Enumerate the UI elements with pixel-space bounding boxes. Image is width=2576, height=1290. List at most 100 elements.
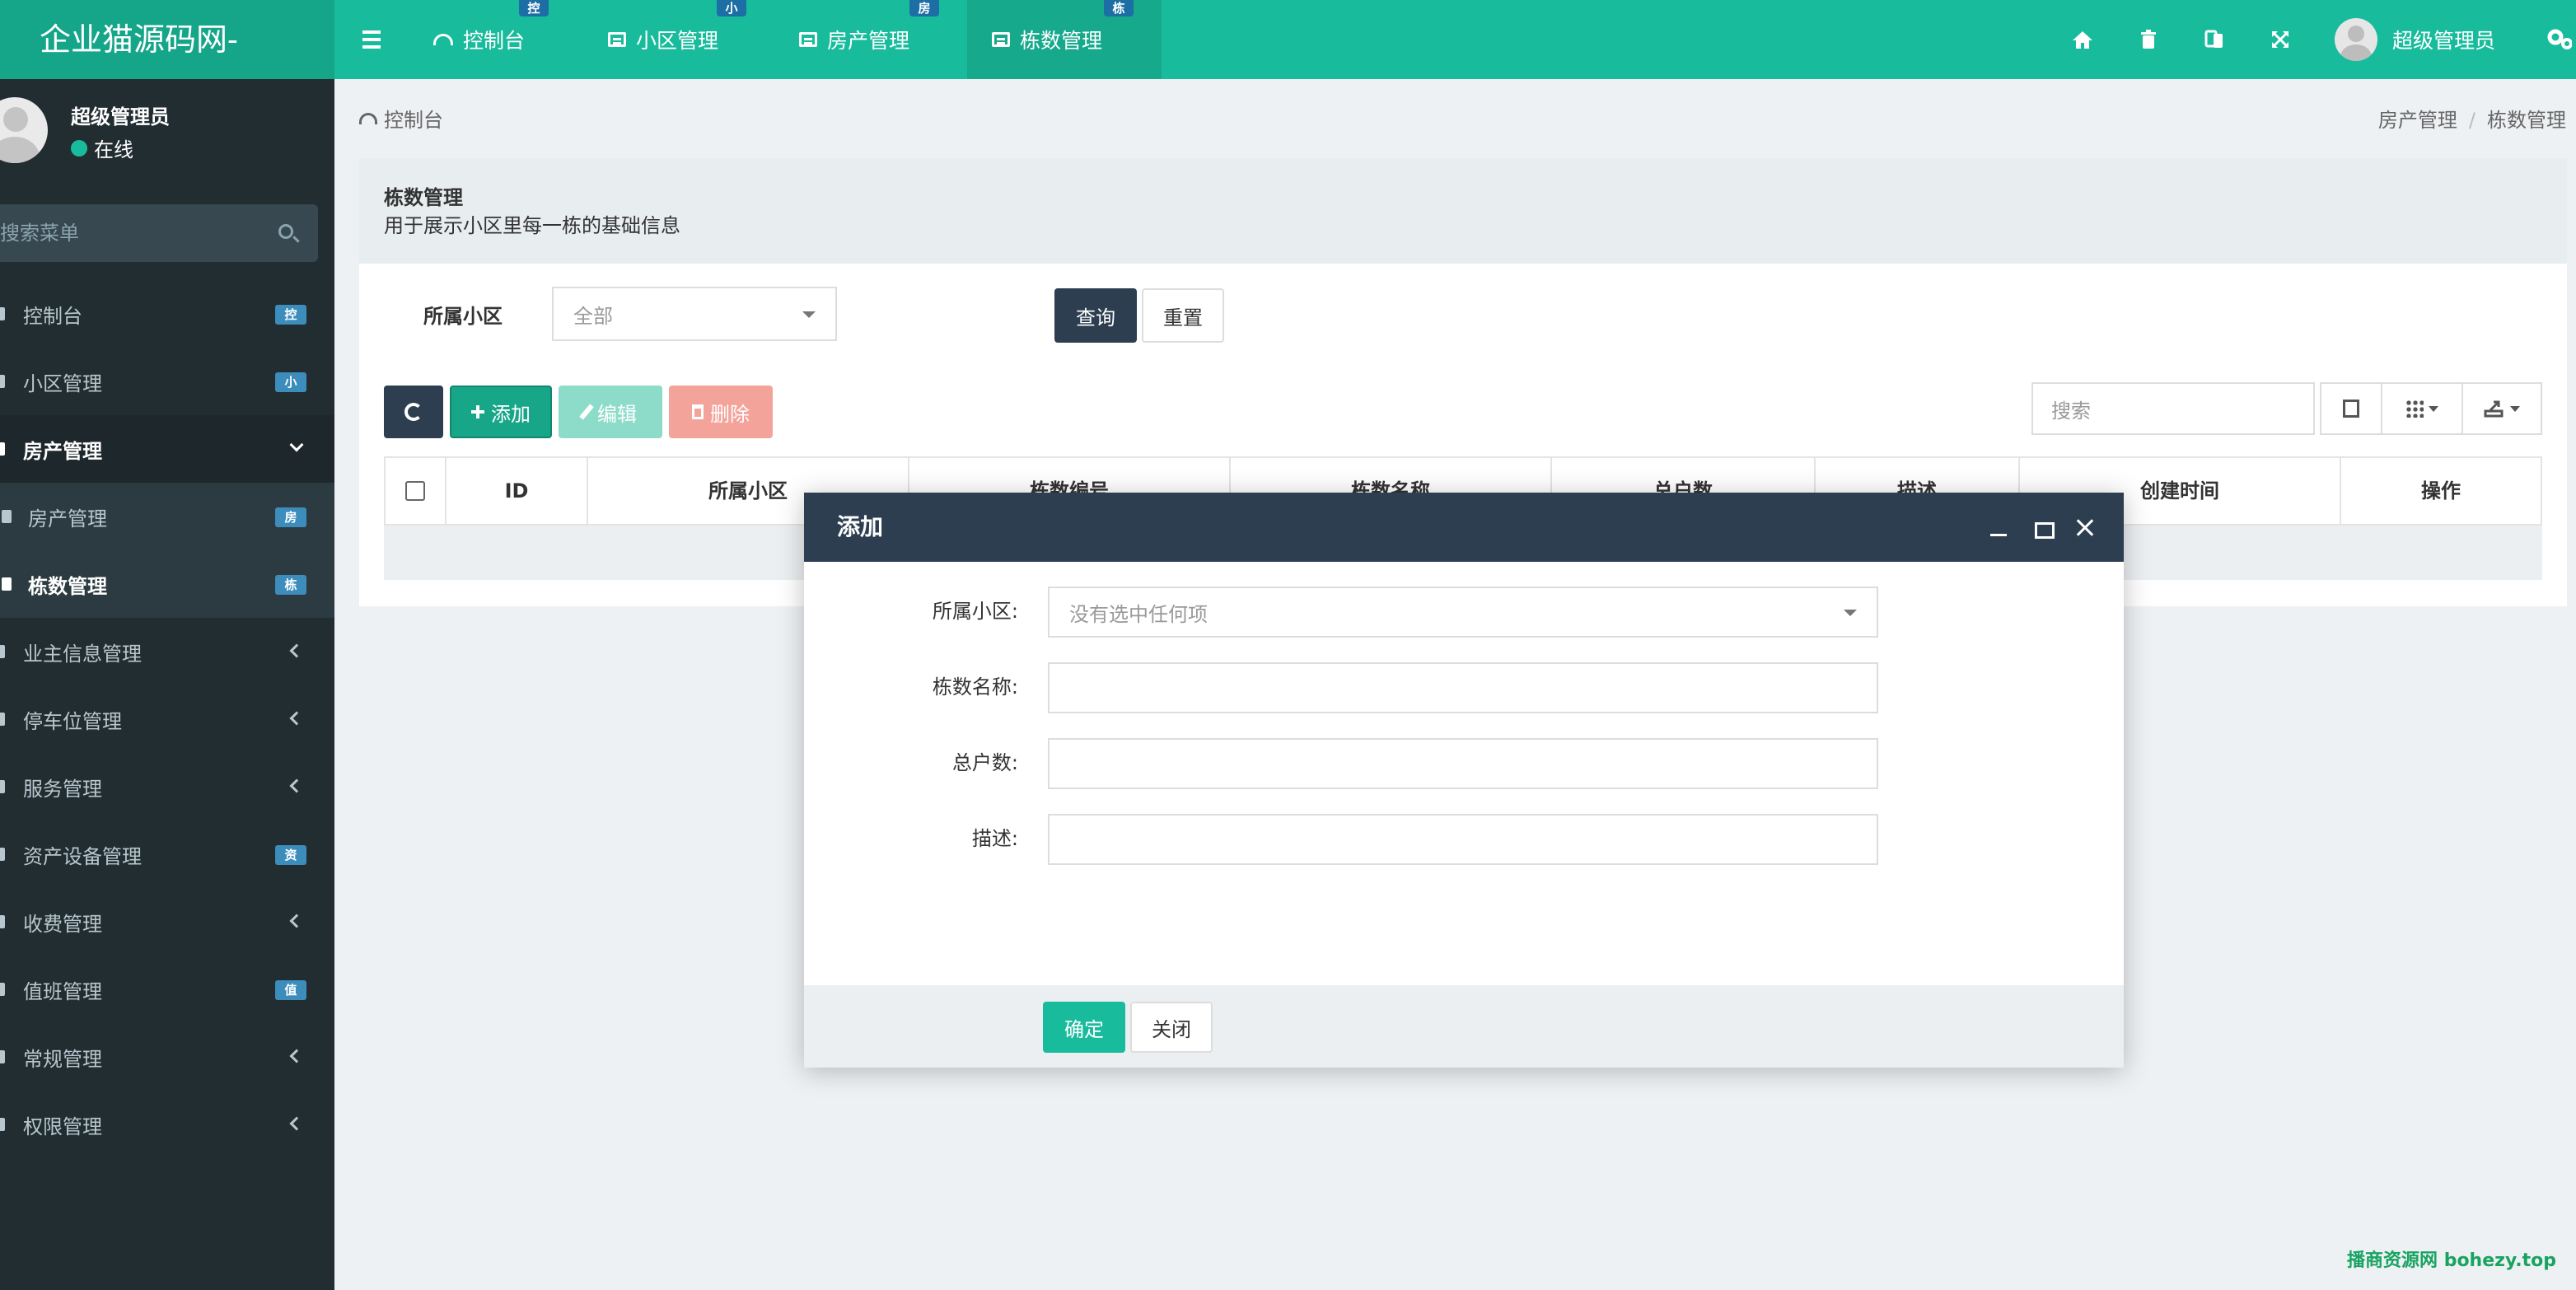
sidebar-item-assets[interactable]: 资产设备管理 资 [0,820,334,888]
sidebar-user-panel: 超级管理员 在线 [0,79,334,186]
tab-label: 房产管理 [827,29,910,53]
chevron-left-icon [289,643,304,658]
chevron-left-icon [289,711,304,726]
car-icon [0,713,5,726]
dashboard-icon [0,307,5,320]
add-dialog: 添加 所属小区: 没有选中任何项 栋数名称: 总户数: 描述: 确定 关闭 [804,493,2124,1068]
user-icon [0,645,5,658]
breadcrumb-label: 控制台 [384,109,443,132]
page-description: 用于展示小区里每一栋的基础信息 [384,214,680,237]
building-name-input[interactable] [1048,662,1878,713]
sidebar-item-parking[interactable]: 停车位管理 [0,685,334,753]
list-icon [0,375,5,388]
sidebar-item-label: 停车位管理 [23,709,122,733]
export-button[interactable] [2461,382,2542,435]
sidebar-subitem-building[interactable]: 栋数管理 栋 [0,550,334,618]
sidebar-item-dashboard[interactable]: 控制台 控 [0,280,334,348]
field-label: 总户数: [951,751,1018,774]
sidebar-item-label: 常规管理 [23,1047,102,1071]
watermark: 播商资源网 bohezy.top [2347,1250,2556,1271]
sidebar-item-general[interactable]: 常规管理 [0,1023,334,1091]
plus-icon [471,405,484,418]
search-icon[interactable] [278,224,293,239]
refresh-icon [404,403,423,421]
sidebar-item-label: 小区管理 [23,372,102,395]
edit-button[interactable]: 编辑 [559,386,662,438]
status-label: 在线 [94,138,133,161]
top-user-menu[interactable]: 超级管理员 [2335,0,2495,79]
breadcrumb-item: 栋数管理 [2487,109,2566,132]
sidebar-item-property[interactable]: 房产管理 [0,415,334,483]
sidebar-badge: 资 [275,845,306,865]
toggle-view-button[interactable] [2320,382,2382,435]
query-button[interactable]: 查询 [1054,288,1137,343]
translate-icon[interactable] [2198,23,2231,56]
list-icon [799,32,817,47]
column-header[interactable]: ID [445,458,587,524]
close-button[interactable]: 关闭 [1130,1002,1213,1053]
column-header: 操作 [2340,458,2541,524]
dialog-header[interactable]: 添加 [804,493,2124,562]
menu-toggle-icon[interactable] [334,0,409,79]
app-logo[interactable]: 企业猫源码网- [0,0,334,79]
chevron-down-icon [289,437,304,452]
table-search-input[interactable]: 搜索 [2031,382,2315,435]
maximize-icon[interactable] [2030,516,2055,540]
filter-label: 所属小区 [423,305,503,328]
description-input[interactable] [1048,814,1878,865]
tab-property[interactable]: 房产管理 房 [774,0,967,79]
fullscreen-icon[interactable] [2264,23,2297,56]
community-select[interactable]: 没有选中任何项 [1048,587,1878,638]
export-icon [2484,400,2504,418]
close-icon[interactable] [2073,516,2097,540]
sidebar-item-label: 业主信息管理 [23,642,142,666]
sidebar-item-label: 资产设备管理 [23,844,142,868]
tab-badge: 房 [909,0,939,16]
avatar [0,97,48,163]
community-filter-select[interactable]: 全部 [552,287,837,341]
add-button[interactable]: 添加 [450,386,552,438]
breadcrumb-item[interactable]: 房产管理 [2378,109,2457,132]
sidebar-item-permission[interactable]: 权限管理 [0,1091,334,1158]
sidebar-badge: 小 [275,372,306,392]
breadcrumb-home[interactable]: 控制台 [359,104,443,133]
sidebar-item-label: 收费管理 [23,912,102,936]
dashboard-icon [359,112,377,124]
chevron-left-icon [289,1116,304,1131]
home-icon[interactable] [2066,23,2099,56]
search-placeholder: 搜索菜单 [0,222,79,245]
minimize-icon[interactable] [1987,516,2012,540]
reset-button[interactable]: 重置 [1142,288,1224,343]
trash-icon [692,404,704,419]
breadcrumb: 房产管理 / 栋数管理 [2377,109,2566,132]
sidebar-item-label: 值班管理 [23,979,102,1003]
columns-button[interactable] [2381,382,2463,435]
tab-community[interactable]: 小区管理 小 [583,0,774,79]
tab-label: 控制台 [463,29,526,53]
confirm-button[interactable]: 确定 [1043,1002,1125,1053]
sidebar-item-duty[interactable]: 值班管理 值 [0,956,334,1023]
button-label: 删除 [710,402,750,426]
list-icon [608,32,626,47]
sidebar-item-label: 权限管理 [23,1115,102,1138]
dashboard-icon [433,34,453,45]
select-all-checkbox[interactable] [405,481,425,501]
field-label: 描述: [971,827,1018,850]
sidebar-subitem-property[interactable]: 房产管理 房 [0,483,334,550]
sidebar-badge: 控 [275,305,306,325]
sidebar-item-service[interactable]: 服务管理 [0,753,334,820]
sidebar-search-input[interactable]: 搜索菜单 [0,204,318,262]
sidebar-item-community[interactable]: 小区管理 小 [0,348,334,415]
tab-building[interactable]: 栋数管理 栋 [967,0,1162,79]
household-count-input[interactable] [1048,738,1878,789]
delete-button[interactable]: 删除 [669,386,773,438]
sidebar-item-owner[interactable]: 业主信息管理 [0,618,334,685]
refresh-button[interactable] [384,386,443,438]
settings-icon[interactable] [2542,23,2576,56]
select-placeholder: 没有选中任何项 [1069,602,1208,626]
sidebar-item-billing[interactable]: 收费管理 [0,888,334,956]
trash-icon[interactable] [2132,23,2165,56]
tab-dashboard[interactable]: 控制台 控 [409,0,583,79]
sidebar-user-name: 超级管理员 [71,105,170,129]
tab-label: 栋数管理 [1020,29,1103,53]
